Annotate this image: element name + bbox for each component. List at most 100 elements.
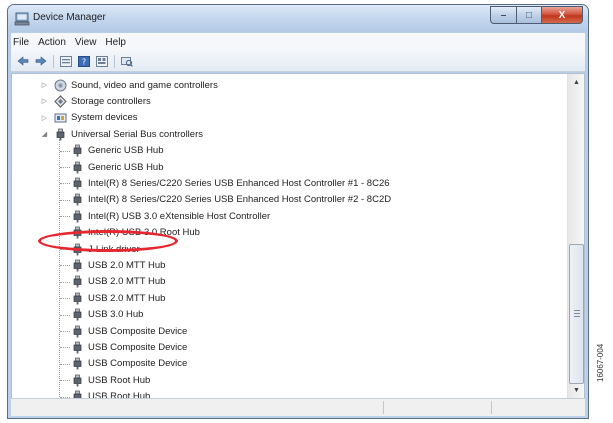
tree-connector-branch	[60, 298, 70, 300]
tree-connector-branch	[60, 331, 70, 332]
update-driver-button[interactable]	[95, 55, 108, 67]
menu-file[interactable]: File	[13, 37, 29, 48]
help-icon: ?	[77, 55, 90, 67]
usb-device-item[interactable]: Intel(R) 8 Series/C220 Series USB Enhanc…	[70, 192, 391, 208]
tree-item-label: USB 2.0 MTT Hub	[88, 259, 166, 271]
tree-connector-branch	[60, 380, 70, 382]
minimize-icon: –	[500, 9, 507, 21]
usb-device-item[interactable]: Generic USB Hub	[70, 159, 164, 175]
usb-device-item[interactable]: USB Composite Device	[70, 323, 187, 339]
usb-device-item[interactable]: USB Composite Device	[70, 339, 187, 355]
usb-icon	[70, 144, 84, 158]
usb-icon	[70, 209, 84, 223]
usb-icon	[53, 127, 67, 141]
maximize-button[interactable]: □	[516, 6, 541, 24]
tree-connector-branch	[60, 314, 70, 316]
usb-icon	[70, 373, 84, 387]
usb-device-item[interactable]: USB 2.0 MTT Hub	[70, 290, 165, 306]
tree-connector-branch	[60, 183, 70, 185]
tree-connector-branch	[60, 216, 70, 218]
toolbar: ?	[11, 51, 585, 72]
tree-item-label: Intel(R) USB 3.0 Root Hub	[88, 227, 200, 239]
tree-item-label: J-Link driver	[88, 243, 140, 255]
usb-icon	[70, 242, 84, 256]
usb-device-item[interactable]: USB 2.0 MTT Hub	[70, 257, 165, 273]
collapsed-arrow-icon[interactable]: ▷	[40, 81, 49, 89]
usb-icon	[70, 357, 84, 371]
tree-item-label: USB 3.0 Hub	[88, 309, 144, 321]
system-devices-icon	[53, 111, 67, 125]
grip-line	[574, 310, 580, 311]
tree-connector-branch	[60, 150, 70, 152]
usb-device-item[interactable]: USB 2.0 MTT Hub	[70, 274, 165, 290]
device-manager-window: Device Manager – □ X File Action View He…	[7, 4, 589, 419]
scan-hardware-button[interactable]	[120, 55, 133, 67]
menu-help[interactable]: Help	[105, 37, 126, 48]
tree-connector-branch	[60, 232, 70, 234]
usb-icon	[70, 275, 84, 289]
tree-item-label: USB 2.0 MTT Hub	[88, 276, 166, 288]
title-bar[interactable]: Device Manager – □ X	[8, 5, 588, 32]
tree-item-label: System devices	[71, 112, 138, 124]
grip-line	[574, 316, 580, 317]
usb-device-item[interactable]: USB 3.0 Hub	[70, 307, 143, 323]
back-button[interactable]	[16, 55, 29, 67]
usb-icon	[70, 308, 84, 322]
tree-item-label: Generic USB Hub	[88, 161, 164, 173]
usb-icon	[70, 160, 84, 174]
scrollbar-thumb[interactable]	[569, 244, 584, 384]
usb-device-item[interactable]: J-Link driver	[70, 241, 140, 257]
scroll-up-arrow-icon[interactable]: ▲	[568, 74, 584, 90]
tree-category-storage-controllers[interactable]: ▷ Storage controllers	[40, 93, 151, 109]
collapsed-arrow-icon[interactable]: ▷	[40, 97, 49, 105]
update-driver-icon	[95, 55, 108, 67]
tree-category-system-devices[interactable]: ▷ System devices	[40, 110, 138, 126]
tree-connector-line	[59, 138, 60, 397]
usb-device-item[interactable]: USB Composite Device	[70, 356, 187, 372]
device-tree-pane: ▷ Sound, video and game controllers ▷ Stora…	[11, 73, 585, 399]
usb-device-item[interactable]: Generic USB Hub	[70, 143, 164, 159]
usb-icon	[70, 193, 84, 207]
minimize-button[interactable]: –	[490, 6, 516, 24]
close-button[interactable]: X	[541, 6, 583, 24]
tree-connector-branch	[60, 347, 70, 349]
figure-id: 16067-004	[596, 343, 605, 382]
vertical-scrollbar[interactable]: ▲ ▼	[567, 74, 584, 398]
tree-item-label: Intel(R) 8 Series/C220 Series USB Enhanc…	[88, 194, 392, 206]
toolbar-separator	[114, 54, 115, 68]
usb-icon	[70, 340, 84, 354]
usb-icon	[70, 258, 84, 272]
tree-connector-branch	[60, 265, 70, 267]
usb-device-item[interactable]: Intel(R) 8 Series/C220 Series USB Enhanc…	[70, 175, 390, 191]
status-divider	[383, 401, 384, 414]
tree-item-label: Storage controllers	[71, 95, 151, 107]
usb-device-item[interactable]: USB Root Hub	[70, 372, 150, 388]
usb-device-item[interactable]: Intel(R) USB 3.0 Root Hub	[70, 225, 200, 241]
tree-item-label: Intel(R) 8 Series/C220 Series USB Enhanc…	[88, 177, 390, 189]
tree-category-universal-serial-bus-controllers[interactable]: ◢ Universal Serial Bus controllers	[40, 126, 203, 142]
usb-device-item[interactable]: Intel(R) USB 3.0 eXtensible Host Control…	[70, 208, 270, 224]
menu-view[interactable]: View	[75, 37, 97, 48]
tree-connector-branch	[60, 199, 70, 201]
tree-connector-branch	[60, 167, 70, 168]
tree-item-label: USB 2.0 MTT Hub	[88, 292, 166, 304]
tree-category-sound-video-and-game-controllers[interactable]: ▷ Sound, video and game controllers	[40, 77, 218, 93]
tree-connector-branch	[60, 249, 70, 250]
tree-item-label: USB Composite Device	[88, 325, 188, 337]
tree-connector-branch	[60, 363, 70, 365]
help-button[interactable]: ?	[77, 55, 90, 67]
device-manager-icon	[14, 12, 30, 26]
scan-hardware-icon	[120, 56, 133, 67]
scroll-down-arrow-icon[interactable]: ▼	[568, 382, 584, 398]
properties-button[interactable]	[59, 55, 72, 67]
maximize-icon: □	[525, 9, 533, 21]
forward-icon	[35, 56, 46, 66]
tree-item-label: USB Composite Device	[88, 358, 188, 370]
menu-action[interactable]: Action	[38, 37, 66, 48]
expanded-arrow-icon[interactable]: ◢	[40, 130, 49, 138]
usb-icon	[70, 176, 84, 190]
tree-item-label: Generic USB Hub	[88, 145, 164, 157]
forward-button[interactable]	[34, 55, 47, 67]
collapsed-arrow-icon[interactable]: ▷	[40, 114, 49, 122]
tree-connector-branch	[60, 281, 70, 283]
